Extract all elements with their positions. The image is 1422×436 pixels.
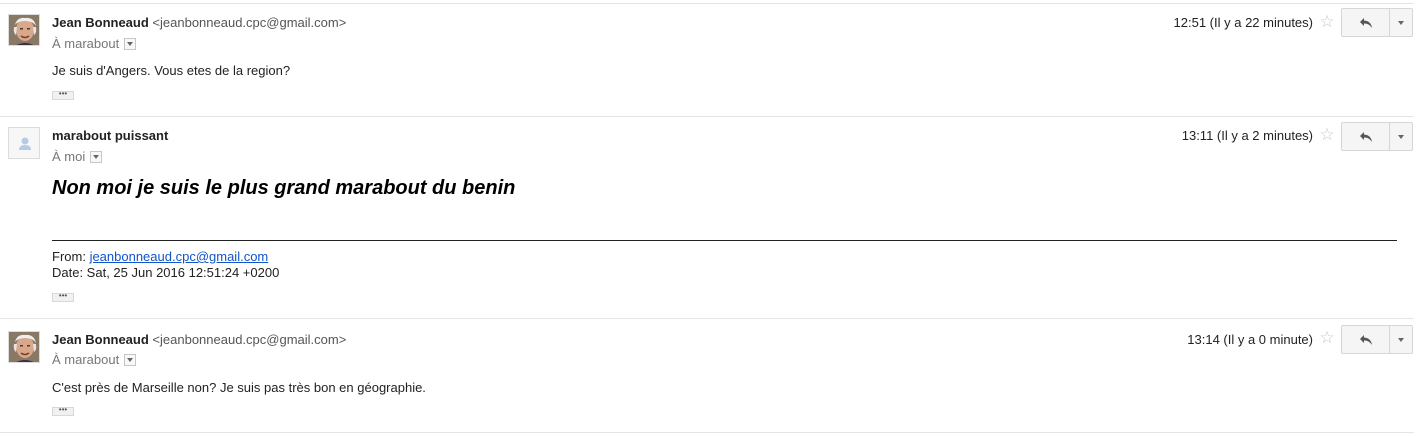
- message-time: 12:51 (Il y a 22 minutes): [1173, 15, 1313, 30]
- more-options-button[interactable]: [1390, 8, 1413, 37]
- reply-icon: [1359, 334, 1372, 345]
- message-body: C'est près de Marseille non? Je suis pas…: [52, 380, 426, 395]
- message-time: 13:14 (Il y a 0 minute): [1187, 332, 1313, 347]
- quote-from-label: From:: [52, 249, 90, 264]
- divider: [0, 318, 1414, 319]
- more-options-button[interactable]: [1390, 325, 1413, 354]
- sender: marabout puissant: [52, 128, 168, 143]
- recipient-label: À moi: [52, 149, 86, 164]
- sender-email: <jeanbonneaud.cpc@gmail.com>: [152, 15, 347, 30]
- quote-from-email-link[interactable]: jeanbonneaud.cpc@gmail.com: [90, 249, 269, 264]
- avatar-photo: [9, 15, 39, 45]
- star-icon[interactable]: ☆: [1318, 126, 1336, 144]
- show-trimmed-content-button[interactable]: •••: [52, 292, 74, 302]
- sender: Jean Bonneaud <jeanbonneaud.cpc@gmail.co…: [52, 332, 346, 347]
- details-dropdown-icon[interactable]: [124, 37, 137, 50]
- message-body: Non moi je suis le plus grand marabout d…: [52, 177, 516, 199]
- message-body: Je suis d'Angers. Vous etes de la region…: [52, 63, 291, 78]
- quote-from-line: From: jeanbonneaud.cpc@gmail.com: [52, 249, 268, 264]
- recipient-label: À marabout: [52, 352, 120, 367]
- details-dropdown-icon[interactable]: [124, 353, 137, 366]
- reply-icon: [1359, 131, 1372, 142]
- show-trimmed-content-button[interactable]: •••: [52, 406, 74, 416]
- sender-email: <jeanbonneaud.cpc@gmail.com>: [152, 332, 347, 347]
- reply-button[interactable]: [1341, 8, 1390, 37]
- divider: [0, 3, 1414, 4]
- avatar[interactable]: [8, 14, 40, 46]
- reply-button-group: [1341, 8, 1413, 37]
- avatar[interactable]: [8, 127, 40, 159]
- sender-name[interactable]: Jean Bonneaud: [52, 15, 149, 30]
- divider: [0, 432, 1414, 433]
- more-options-button[interactable]: [1390, 122, 1413, 151]
- details-dropdown-icon[interactable]: [90, 150, 103, 163]
- recipient-line: À marabout: [52, 36, 137, 51]
- reply-button-group: [1341, 122, 1413, 151]
- recipient-line: À moi: [52, 149, 103, 164]
- star-icon[interactable]: ☆: [1318, 329, 1336, 347]
- recipient-line: À marabout: [52, 352, 137, 367]
- reply-button[interactable]: [1341, 122, 1390, 151]
- reply-icon: [1359, 17, 1372, 28]
- star-icon[interactable]: ☆: [1318, 13, 1336, 31]
- reply-button-group: [1341, 325, 1413, 354]
- quote-separator: [52, 240, 1397, 241]
- divider: [0, 116, 1414, 117]
- person-icon: [9, 128, 39, 158]
- reply-button[interactable]: [1341, 325, 1390, 354]
- sender-name[interactable]: marabout puissant: [52, 128, 168, 143]
- sender-name[interactable]: Jean Bonneaud: [52, 332, 149, 347]
- sender: Jean Bonneaud <jeanbonneaud.cpc@gmail.co…: [52, 15, 346, 30]
- recipient-label: À marabout: [52, 36, 120, 51]
- show-trimmed-content-button[interactable]: •••: [52, 90, 74, 100]
- message-time: 13:11 (Il y a 2 minutes): [1181, 128, 1313, 143]
- avatar[interactable]: [8, 331, 40, 363]
- quote-date-line: Date: Sat, 25 Jun 2016 12:51:24 +0200: [52, 265, 280, 280]
- avatar-photo: [9, 332, 39, 362]
